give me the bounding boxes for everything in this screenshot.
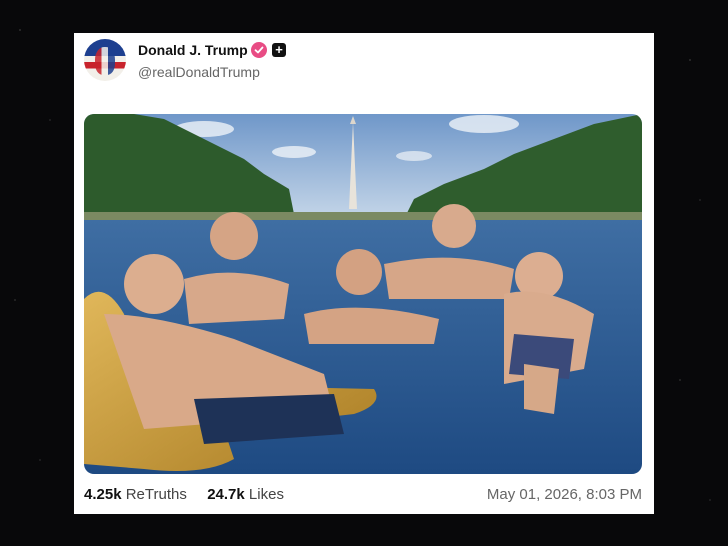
post-image[interactable]	[84, 114, 642, 474]
post-timestamp[interactable]: May 01, 2026, 8:03 PM	[487, 486, 642, 503]
author-handle[interactable]: @realDonaldTrump	[138, 64, 260, 80]
plus-icon[interactable]: +	[272, 43, 286, 57]
verified-badge-icon	[251, 42, 267, 58]
avatar-portrait	[95, 47, 115, 75]
social-post-card: Donald J. Trump + @realDonaldTrump 4.25k…	[74, 33, 654, 514]
likes-count[interactable]: 24.7k	[207, 486, 245, 503]
likes-label[interactable]: Likes	[249, 486, 284, 503]
post-stats: 4.25k ReTruths 24.7k Likes	[84, 486, 284, 503]
author-name[interactable]: Donald J. Trump	[138, 42, 248, 58]
retruths-label[interactable]: ReTruths	[126, 486, 187, 503]
avatar[interactable]	[84, 39, 126, 81]
retruths-count[interactable]: 4.25k	[84, 486, 122, 503]
